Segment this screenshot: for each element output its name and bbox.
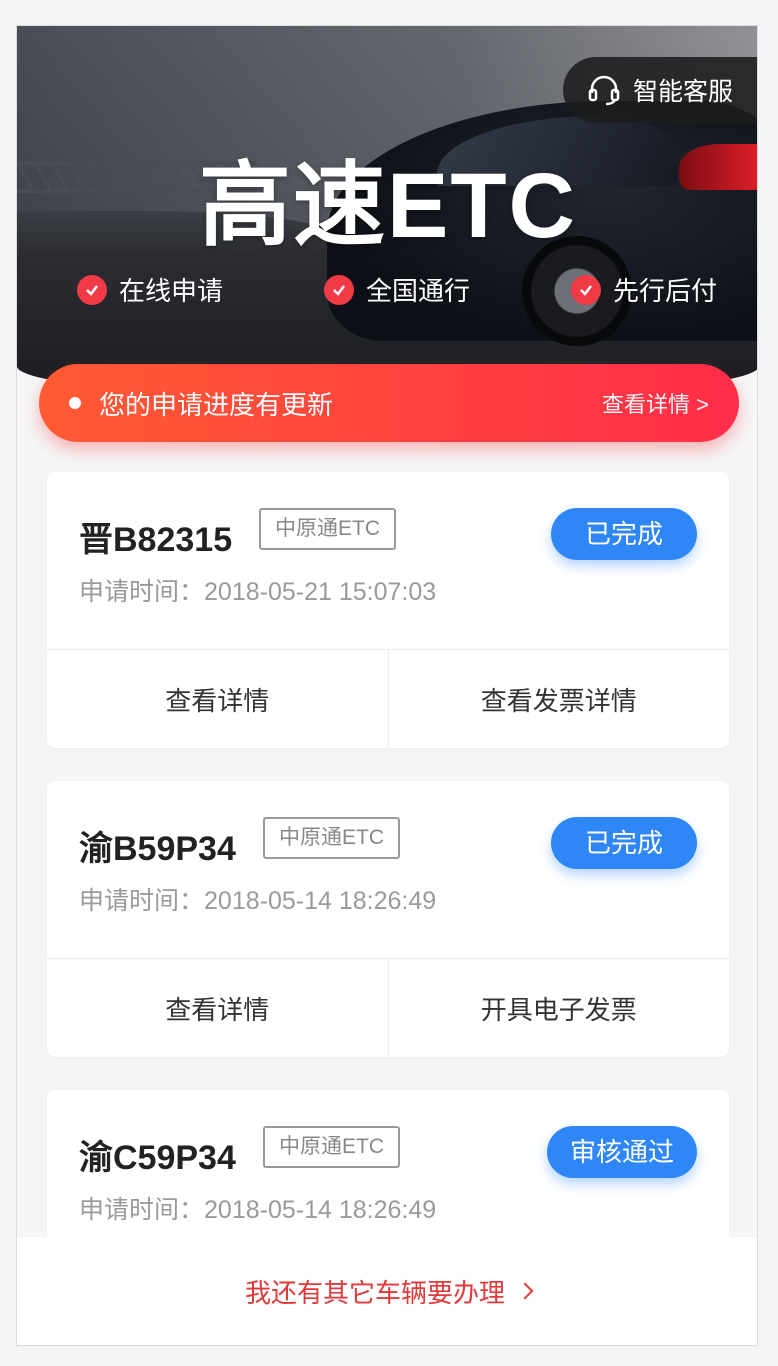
application-card: 渝B59P34 中原通ETC 已完成 申请时间：2018-05-14 18:26… [47,781,729,1057]
feature-label: 在线申请 [119,276,224,306]
check-icon [570,274,601,305]
issue-invoice-button[interactable]: 开具电子发票 [387,959,730,1057]
feature-item: 全国通行 [323,271,470,308]
plate-number: 渝B59P34 [79,830,236,868]
time-label: 申请时间： [79,1196,205,1224]
feature-item: 在线申请 [77,271,223,308]
provider-tag: 中原通ETC [263,817,400,859]
application-time: 申请时间：2018-05-14 18:26:49 [79,1190,436,1226]
view-details-button[interactable]: 查看详情 [47,959,388,1057]
feature-label: 全国通行 [365,276,470,306]
check-icon [323,274,354,305]
customer-service-button[interactable]: 智能客服 [563,57,757,123]
status-badge: 审核通过 [547,1126,697,1178]
application-time: 申请时间：2018-05-14 18:26:49 [79,881,436,917]
add-other-vehicle-button[interactable]: 我还有其它车辆要办理 [17,1237,757,1345]
status-badge: 已完成 [551,508,697,560]
chevron-right-icon [516,1282,534,1300]
view-details-link[interactable]: 查看详情 > [602,387,709,419]
hero-title: 高速ETC [198,155,577,257]
time-value: 2018-05-21 15:07:03 [204,578,437,606]
customer-service-label: 智能客服 [633,78,734,106]
view-invoice-button[interactable]: 查看发票详情 [387,650,730,748]
time-value: 2018-05-14 18:26:49 [204,1196,437,1224]
phone-screen: 智能客服 高速ETC 在线申请 全国通行 先行后付 您的申请进度有更新 查看详情… [16,25,758,1346]
time-label: 申请时间： [79,578,205,606]
plate-number: 渝C59P34 [79,1139,236,1177]
hero-banner: 智能客服 高速ETC 在线申请 全国通行 先行后付 [17,26,757,396]
application-card: 晋B82315 中原通ETC 已完成 申请时间：2018-05-21 15:07… [47,472,729,748]
dot-icon [69,397,81,409]
provider-tag: 中原通ETC [259,508,396,550]
progress-message: 您的申请进度有更新 [99,389,334,420]
feature-item: 先行后付 [570,271,717,308]
provider-tag: 中原通ETC [263,1126,400,1168]
time-value: 2018-05-14 18:26:49 [204,887,437,915]
check-icon [77,274,107,305]
status-badge: 已完成 [551,817,697,869]
time-label: 申请时间： [79,887,205,915]
headset-icon [587,73,621,107]
application-time: 申请时间：2018-05-21 15:07:03 [79,572,436,608]
add-other-vehicle-label: 我还有其它车辆要办理 [244,1277,505,1308]
plate-number: 晋B82315 [79,521,233,559]
feature-label: 先行后付 [612,276,717,306]
feature-list: 在线申请 全国通行 先行后付 [77,271,717,308]
view-details-button[interactable]: 查看详情 [47,650,388,748]
progress-update-banner[interactable]: 您的申请进度有更新 查看详情 > [39,364,739,442]
